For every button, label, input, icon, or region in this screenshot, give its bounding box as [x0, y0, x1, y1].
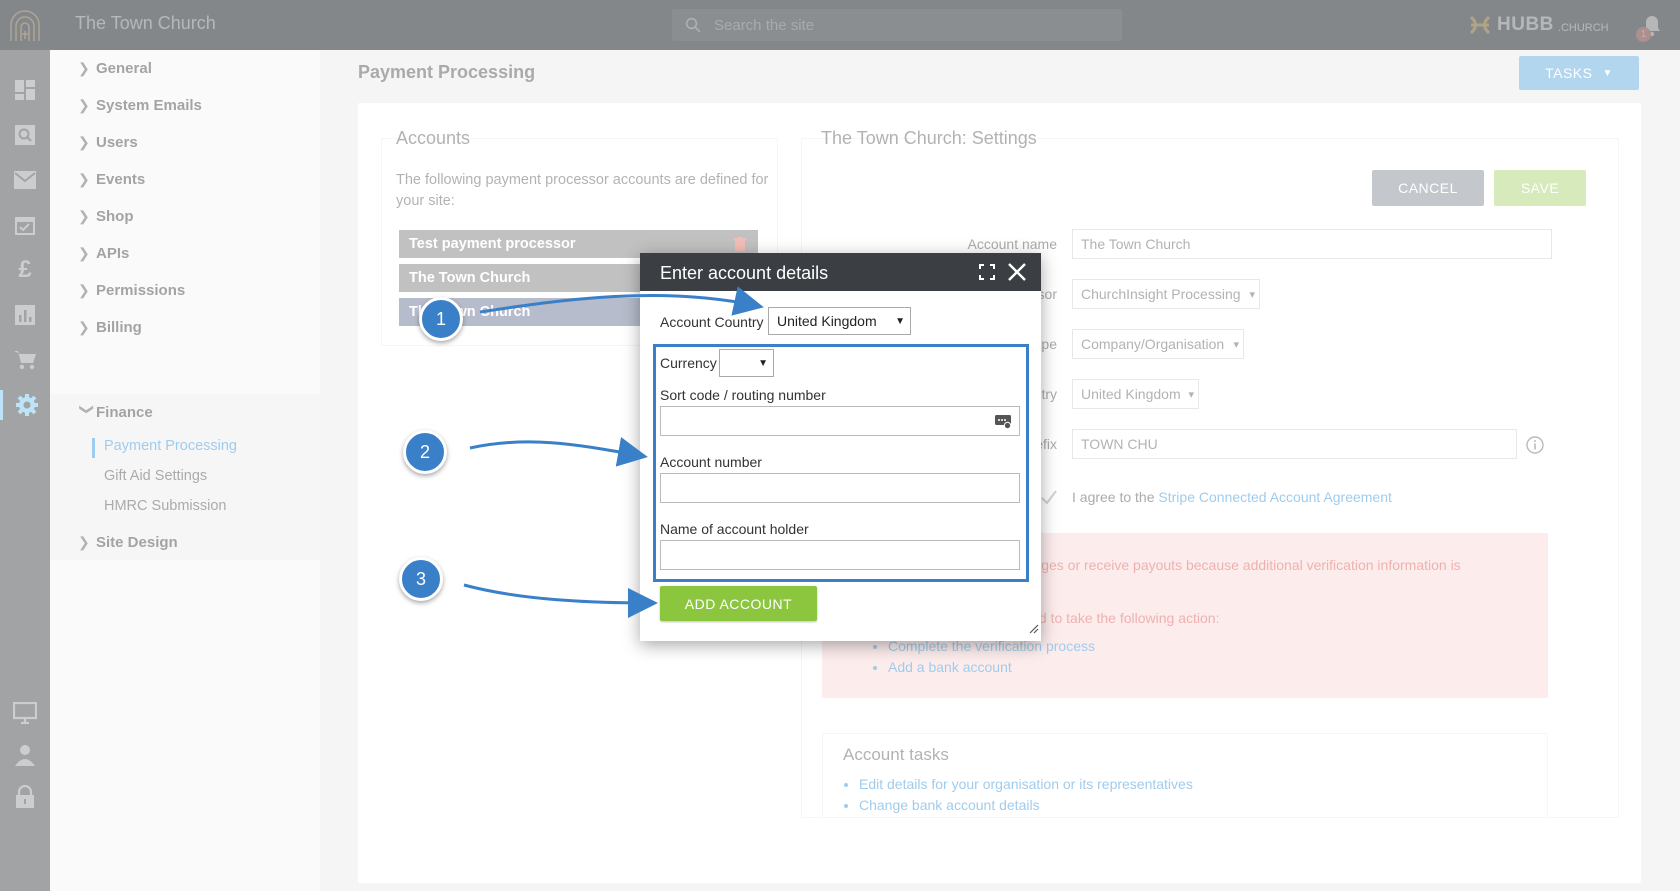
- step-callout-2: 2: [403, 430, 447, 474]
- caret-down-icon: ▼: [758, 357, 768, 369]
- dialog-header: Enter account details: [640, 253, 1041, 291]
- currency-dropdown[interactable]: ▼: [719, 349, 774, 377]
- account-holder-input[interactable]: [660, 540, 1020, 570]
- resize-handle-icon[interactable]: [1027, 621, 1039, 639]
- add-account-button[interactable]: ADD ACCOUNT: [660, 586, 817, 621]
- account-number-label: Account number: [660, 454, 762, 470]
- enter-account-details-dialog: Enter account details Account Country Un…: [640, 253, 1041, 641]
- sort-code-input[interactable]: [660, 406, 1020, 436]
- close-icon[interactable]: [1007, 262, 1027, 287]
- caret-down-icon: ▼: [895, 315, 905, 327]
- step-callout-1: 1: [419, 297, 463, 341]
- step-callout-3: 3: [399, 557, 443, 601]
- country-value: United Kingdom: [777, 313, 877, 329]
- currency-label: Currency: [660, 355, 717, 371]
- account-holder-label: Name of account holder: [660, 521, 809, 537]
- sort-code-label: Sort code / routing number: [660, 387, 826, 403]
- dialog-title: Enter account details: [660, 263, 829, 283]
- autofill-key-icon[interactable]: [995, 413, 1012, 434]
- maximize-icon[interactable]: [979, 264, 995, 285]
- account-country-dropdown[interactable]: United Kingdom ▼: [768, 307, 911, 335]
- account-number-input[interactable]: [660, 473, 1020, 503]
- account-country-label: Account Country: [660, 314, 764, 330]
- topbar-dim: [0, 0, 1680, 50]
